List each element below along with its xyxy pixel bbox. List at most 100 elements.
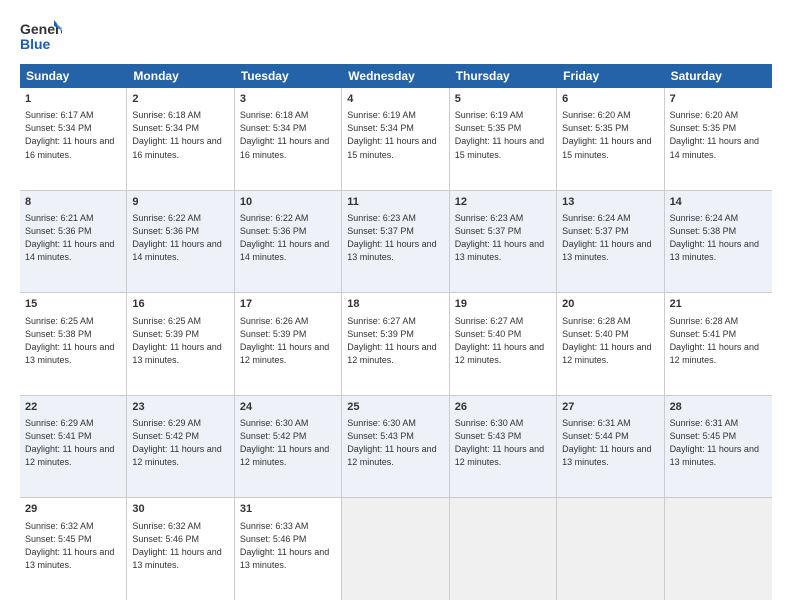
cell-content: Sunrise: 6:19 AM Sunset: 5:35 PM Dayligh… bbox=[455, 109, 551, 161]
cell-content: Sunrise: 6:20 AM Sunset: 5:35 PM Dayligh… bbox=[670, 109, 767, 161]
calendar-cell: 12 Sunrise: 6:23 AM Sunset: 5:37 PM Dayli… bbox=[450, 191, 557, 293]
day-number: 14 bbox=[670, 195, 767, 210]
day-number: 6 bbox=[562, 92, 658, 107]
calendar-cell: 14 Sunrise: 6:24 AM Sunset: 5:38 PM Dayli… bbox=[665, 191, 772, 293]
day-number: 12 bbox=[455, 195, 551, 210]
day-number: 9 bbox=[132, 195, 228, 210]
day-number: 30 bbox=[132, 502, 228, 517]
cell-content: Sunrise: 6:17 AM Sunset: 5:34 PM Dayligh… bbox=[25, 109, 121, 161]
calendar-cell: 4 Sunrise: 6:19 AM Sunset: 5:34 PM Daylig… bbox=[342, 88, 449, 190]
cell-content: Sunrise: 6:23 AM Sunset: 5:37 PM Dayligh… bbox=[347, 212, 443, 264]
calendar-cell: 21 Sunrise: 6:28 AM Sunset: 5:41 PM Dayli… bbox=[665, 293, 772, 395]
day-number: 27 bbox=[562, 400, 658, 415]
day-number: 1 bbox=[25, 92, 121, 107]
day-number: 19 bbox=[455, 297, 551, 312]
day-number: 20 bbox=[562, 297, 658, 312]
cell-content: Sunrise: 6:30 AM Sunset: 5:43 PM Dayligh… bbox=[455, 417, 551, 469]
cell-content: Sunrise: 6:18 AM Sunset: 5:34 PM Dayligh… bbox=[132, 109, 228, 161]
cell-content: Sunrise: 6:19 AM Sunset: 5:34 PM Dayligh… bbox=[347, 109, 443, 161]
cell-content: Sunrise: 6:33 AM Sunset: 5:46 PM Dayligh… bbox=[240, 520, 336, 572]
day-number: 10 bbox=[240, 195, 336, 210]
calendar-row: 15 Sunrise: 6:25 AM Sunset: 5:38 PM Dayli… bbox=[20, 293, 772, 396]
cell-content: Sunrise: 6:28 AM Sunset: 5:40 PM Dayligh… bbox=[562, 315, 658, 367]
calendar-cell bbox=[665, 498, 772, 600]
calendar-cell: 3 Sunrise: 6:18 AM Sunset: 5:34 PM Daylig… bbox=[235, 88, 342, 190]
calendar-cell: 30 Sunrise: 6:32 AM Sunset: 5:46 PM Dayli… bbox=[127, 498, 234, 600]
calendar: SundayMondayTuesdayWednesdayThursdayFrid… bbox=[20, 64, 772, 600]
calendar-cell: 19 Sunrise: 6:27 AM Sunset: 5:40 PM Dayli… bbox=[450, 293, 557, 395]
day-number: 28 bbox=[670, 400, 767, 415]
weekday-header: Friday bbox=[557, 64, 664, 88]
day-number: 24 bbox=[240, 400, 336, 415]
day-number: 21 bbox=[670, 297, 767, 312]
cell-content: Sunrise: 6:30 AM Sunset: 5:42 PM Dayligh… bbox=[240, 417, 336, 469]
day-number: 13 bbox=[562, 195, 658, 210]
day-number: 8 bbox=[25, 195, 121, 210]
cell-content: Sunrise: 6:32 AM Sunset: 5:45 PM Dayligh… bbox=[25, 520, 121, 572]
calendar-cell: 15 Sunrise: 6:25 AM Sunset: 5:38 PM Dayli… bbox=[20, 293, 127, 395]
calendar-cell: 11 Sunrise: 6:23 AM Sunset: 5:37 PM Dayli… bbox=[342, 191, 449, 293]
day-number: 15 bbox=[25, 297, 121, 312]
logo-svg: GeneralBlue bbox=[20, 18, 62, 56]
calendar-cell: 2Sunrise: 6:18 AM Sunset: 5:34 PM Daylig… bbox=[127, 88, 234, 190]
cell-content: Sunrise: 6:26 AM Sunset: 5:39 PM Dayligh… bbox=[240, 315, 336, 367]
calendar-cell: 24 Sunrise: 6:30 AM Sunset: 5:42 PM Dayli… bbox=[235, 396, 342, 498]
day-number: 26 bbox=[455, 400, 551, 415]
calendar-cell: 29Sunrise: 6:32 AM Sunset: 5:45 PM Dayli… bbox=[20, 498, 127, 600]
calendar-cell: 22Sunrise: 6:29 AM Sunset: 5:41 PM Dayli… bbox=[20, 396, 127, 498]
cell-content: Sunrise: 6:27 AM Sunset: 5:39 PM Dayligh… bbox=[347, 315, 443, 367]
day-number: 7 bbox=[670, 92, 767, 107]
weekday-header: Thursday bbox=[450, 64, 557, 88]
calendar-header: SundayMondayTuesdayWednesdayThursdayFrid… bbox=[20, 64, 772, 88]
day-number: 3 bbox=[240, 92, 336, 107]
calendar-cell bbox=[557, 498, 664, 600]
svg-text:Blue: Blue bbox=[20, 36, 51, 52]
cell-content: Sunrise: 6:28 AM Sunset: 5:41 PM Dayligh… bbox=[670, 315, 767, 367]
cell-content: Sunrise: 6:24 AM Sunset: 5:37 PM Dayligh… bbox=[562, 212, 658, 264]
cell-content: Sunrise: 6:32 AM Sunset: 5:46 PM Dayligh… bbox=[132, 520, 228, 572]
day-number: 31 bbox=[240, 502, 336, 517]
calendar-cell: 6 Sunrise: 6:20 AM Sunset: 5:35 PM Daylig… bbox=[557, 88, 664, 190]
logo: GeneralBlue bbox=[20, 18, 62, 56]
calendar-cell: 18Sunrise: 6:27 AM Sunset: 5:39 PM Dayli… bbox=[342, 293, 449, 395]
calendar-cell: 27 Sunrise: 6:31 AM Sunset: 5:44 PM Dayli… bbox=[557, 396, 664, 498]
day-number: 11 bbox=[347, 195, 443, 210]
calendar-row: 8 Sunrise: 6:21 AM Sunset: 5:36 PM Daylig… bbox=[20, 191, 772, 294]
day-number: 16 bbox=[132, 297, 228, 312]
cell-content: Sunrise: 6:31 AM Sunset: 5:44 PM Dayligh… bbox=[562, 417, 658, 469]
cell-content: Sunrise: 6:18 AM Sunset: 5:34 PM Dayligh… bbox=[240, 109, 336, 161]
calendar-cell: 23Sunrise: 6:29 AM Sunset: 5:42 PM Dayli… bbox=[127, 396, 234, 498]
cell-content: Sunrise: 6:30 AM Sunset: 5:43 PM Dayligh… bbox=[347, 417, 443, 469]
calendar-cell: 10 Sunrise: 6:22 AM Sunset: 5:36 PM Dayli… bbox=[235, 191, 342, 293]
day-number: 4 bbox=[347, 92, 443, 107]
cell-content: Sunrise: 6:25 AM Sunset: 5:38 PM Dayligh… bbox=[25, 315, 121, 367]
calendar-cell: 9 Sunrise: 6:22 AM Sunset: 5:36 PM Daylig… bbox=[127, 191, 234, 293]
cell-content: Sunrise: 6:24 AM Sunset: 5:38 PM Dayligh… bbox=[670, 212, 767, 264]
day-number: 17 bbox=[240, 297, 336, 312]
calendar-cell: 7 Sunrise: 6:20 AM Sunset: 5:35 PM Daylig… bbox=[665, 88, 772, 190]
day-number: 23 bbox=[132, 400, 228, 415]
cell-content: Sunrise: 6:20 AM Sunset: 5:35 PM Dayligh… bbox=[562, 109, 658, 161]
calendar-cell: 31 Sunrise: 6:33 AM Sunset: 5:46 PM Dayli… bbox=[235, 498, 342, 600]
calendar-cell: 25Sunrise: 6:30 AM Sunset: 5:43 PM Dayli… bbox=[342, 396, 449, 498]
calendar-row: 1 Sunrise: 6:17 AM Sunset: 5:34 PM Daylig… bbox=[20, 88, 772, 191]
calendar-cell bbox=[342, 498, 449, 600]
day-number: 22 bbox=[25, 400, 121, 415]
calendar-cell: 5 Sunrise: 6:19 AM Sunset: 5:35 PM Daylig… bbox=[450, 88, 557, 190]
calendar-cell: 17 Sunrise: 6:26 AM Sunset: 5:39 PM Dayli… bbox=[235, 293, 342, 395]
cell-content: Sunrise: 6:21 AM Sunset: 5:36 PM Dayligh… bbox=[25, 212, 121, 264]
cell-content: Sunrise: 6:23 AM Sunset: 5:37 PM Dayligh… bbox=[455, 212, 551, 264]
cell-content: Sunrise: 6:22 AM Sunset: 5:36 PM Dayligh… bbox=[240, 212, 336, 264]
calendar-cell: 16Sunrise: 6:25 AM Sunset: 5:39 PM Dayli… bbox=[127, 293, 234, 395]
calendar-row: 22Sunrise: 6:29 AM Sunset: 5:41 PM Dayli… bbox=[20, 396, 772, 499]
calendar-cell: 20 Sunrise: 6:28 AM Sunset: 5:40 PM Dayli… bbox=[557, 293, 664, 395]
calendar-cell: 28Sunrise: 6:31 AM Sunset: 5:45 PM Dayli… bbox=[665, 396, 772, 498]
calendar-cell: 1 Sunrise: 6:17 AM Sunset: 5:34 PM Daylig… bbox=[20, 88, 127, 190]
calendar-row: 29Sunrise: 6:32 AM Sunset: 5:45 PM Dayli… bbox=[20, 498, 772, 600]
calendar-body: 1 Sunrise: 6:17 AM Sunset: 5:34 PM Daylig… bbox=[20, 88, 772, 600]
header: GeneralBlue bbox=[20, 18, 772, 56]
cell-content: Sunrise: 6:22 AM Sunset: 5:36 PM Dayligh… bbox=[132, 212, 228, 264]
day-number: 5 bbox=[455, 92, 551, 107]
cell-content: Sunrise: 6:27 AM Sunset: 5:40 PM Dayligh… bbox=[455, 315, 551, 367]
weekday-header: Wednesday bbox=[342, 64, 449, 88]
